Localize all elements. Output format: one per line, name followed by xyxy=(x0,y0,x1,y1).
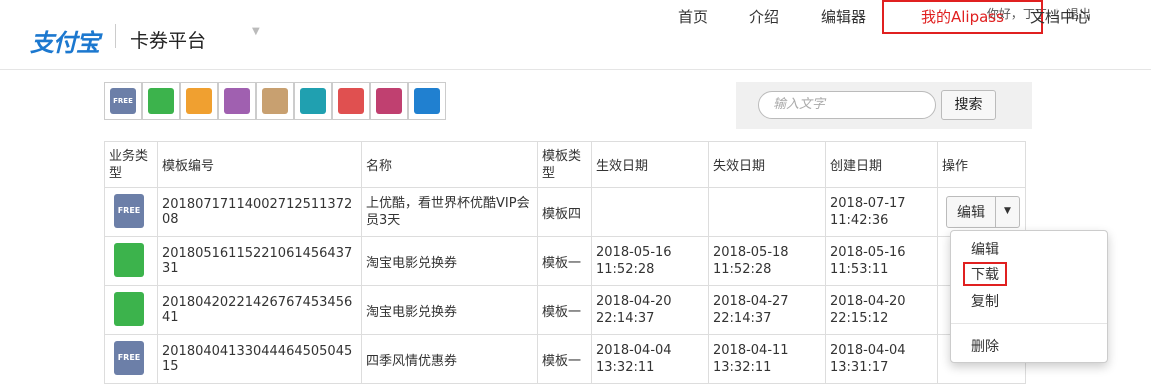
col-header: 生效日期 xyxy=(591,141,709,188)
template-id: 20180717114002712511372​08 xyxy=(157,187,362,237)
end-date: 2018-04-27 22:14:37 xyxy=(708,285,826,335)
created-date: 2018-04-20 22:15:12 xyxy=(825,285,938,335)
menu-item-delete[interactable]: 删除 xyxy=(971,336,999,356)
col-header: 业务类型 xyxy=(104,141,158,188)
nav-editor[interactable]: 编辑器 xyxy=(821,0,866,34)
template-id: 20180516115221061456437​31 xyxy=(157,236,362,286)
train-icon xyxy=(338,88,364,114)
nav-docs[interactable]: 文档中心 xyxy=(1030,0,1090,34)
start-date xyxy=(591,187,709,237)
category-gift[interactable] xyxy=(218,82,256,120)
gift-icon xyxy=(224,88,250,114)
template-name: 淘宝电影兑换券 xyxy=(361,285,538,335)
action-button-group: 编辑 ▼ xyxy=(946,196,1020,228)
col-header: 失效日期 xyxy=(708,141,826,188)
template-id: 20180420221426767453456​41 xyxy=(157,285,362,335)
building-icon xyxy=(262,88,288,114)
platform-title: 卡券平台 xyxy=(130,30,207,52)
chevron-down-icon[interactable]: ▼ xyxy=(996,197,1019,227)
col-header: 模板类型 xyxy=(537,141,592,188)
created-date: 2018-05-16 11:53:11 xyxy=(825,236,938,286)
template-table: 业务类型 模板编号 名称 模板类型 生效日期 失效日期 创建日期 操作 FREE… xyxy=(104,141,1026,384)
template-name: 四季风情优惠券 xyxy=(361,334,538,384)
end-date: 2018-04-11 13:32:11 xyxy=(708,334,826,384)
coupon-icon xyxy=(114,243,144,277)
nav-my-alipass[interactable]: 我的Alipass xyxy=(882,0,1043,34)
search-button[interactable]: 搜索 xyxy=(941,90,996,120)
menu-item-edit[interactable]: 编辑 xyxy=(971,239,999,259)
category-free[interactable]: FREE xyxy=(104,82,142,120)
created-date: 2018-07-17 11:42:36 xyxy=(825,187,938,237)
table-row[interactable]: FREE 20180404133044464505045​15 四季风情优惠券 … xyxy=(104,334,1026,384)
free-icon: FREE xyxy=(114,194,144,228)
coupon-icon xyxy=(148,88,174,114)
search-panel: 输入文字 搜索 xyxy=(736,82,1032,129)
logo-divider xyxy=(115,24,116,48)
col-header: 模板编号 xyxy=(157,141,362,188)
edit-button[interactable]: 编辑 xyxy=(947,197,996,227)
created-date: 2018-04-04 13:31:17 xyxy=(825,334,938,384)
free-icon: FREE xyxy=(114,341,144,375)
nav-intro[interactable]: 介绍 xyxy=(749,0,779,34)
template-type: 模板四 xyxy=(537,187,592,237)
menu-divider xyxy=(951,323,1107,324)
table-row[interactable]: 20180516115221061456437​31 淘宝电影兑换券 模板一 2… xyxy=(104,236,1026,286)
alipay-logo[interactable]: 支付宝 xyxy=(30,23,100,58)
category-ticket[interactable] xyxy=(294,82,332,120)
bag-icon xyxy=(376,88,402,114)
category-map[interactable] xyxy=(180,82,218,120)
category-tag[interactable] xyxy=(408,82,446,120)
template-type: 模板一 xyxy=(537,334,592,384)
end-date: 2018-05-18 11:52:28 xyxy=(708,236,826,286)
col-header: 创建日期 xyxy=(825,141,938,188)
category-building[interactable] xyxy=(256,82,294,120)
template-type: 模板一 xyxy=(537,285,592,335)
category-train[interactable] xyxy=(332,82,370,120)
col-header: 操作 xyxy=(937,141,1026,188)
search-input[interactable]: 输入文字 xyxy=(758,91,936,119)
category-coupon[interactable] xyxy=(142,82,180,120)
coupon-icon xyxy=(114,292,144,326)
start-date: 2018-04-20 22:14:37 xyxy=(591,285,709,335)
start-date: 2018-05-16 11:52:28 xyxy=(591,236,709,286)
table-header-row: 业务类型 模板编号 名称 模板类型 生效日期 失效日期 创建日期 操作 xyxy=(104,141,1026,188)
table-row[interactable]: FREE 20180717114002712511372​08 上优酷，看世界杯… xyxy=(104,187,1026,237)
table-row[interactable]: 20180420221426767453456​41 淘宝电影兑换券 模板一 2… xyxy=(104,285,1026,335)
chevron-down-icon[interactable]: ▼ xyxy=(252,26,260,37)
col-header: 名称 xyxy=(361,141,538,188)
free-icon: FREE xyxy=(110,88,136,114)
menu-item-download[interactable]: 下载 xyxy=(963,262,1007,286)
action-dropdown-menu: 编辑 下载 复制 删除 xyxy=(950,230,1108,363)
top-header: 支付宝 卡券平台 ▼ 你好，丁丁 | 退出 首页 介绍 编辑器 我的Alipass … xyxy=(0,0,1151,70)
menu-item-copy[interactable]: 复制 xyxy=(971,291,999,311)
nav-home[interactable]: 首页 xyxy=(678,0,708,34)
map-icon xyxy=(186,88,212,114)
template-name: 淘宝电影兑换券 xyxy=(361,236,538,286)
category-bag[interactable] xyxy=(370,82,408,120)
template-id: 20180404133044464505045​15 xyxy=(157,334,362,384)
template-type: 模板一 xyxy=(537,236,592,286)
end-date xyxy=(708,187,826,237)
tag-icon xyxy=(414,88,440,114)
ticket-icon xyxy=(300,88,326,114)
template-name: 上优酷，看世界杯优酷VIP会员3天 xyxy=(361,187,538,237)
start-date: 2018-04-04 13:32:11 xyxy=(591,334,709,384)
